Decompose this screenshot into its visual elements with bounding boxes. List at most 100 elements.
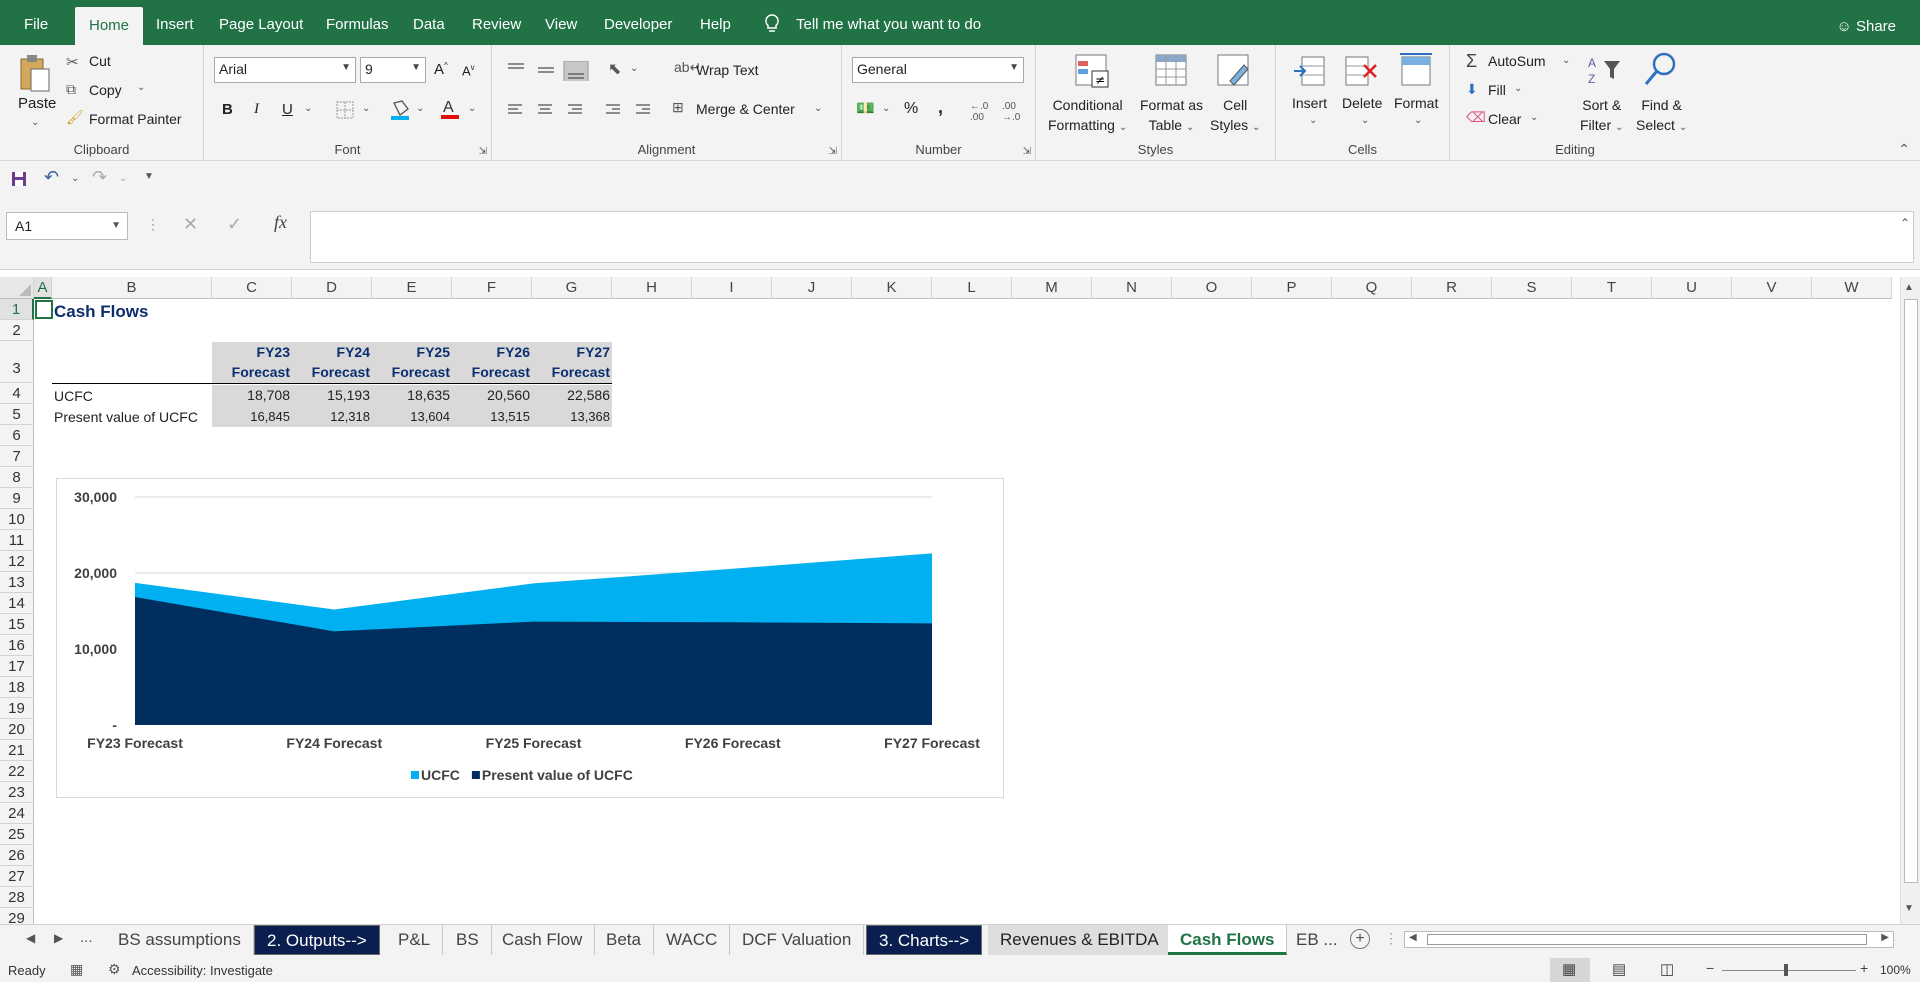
column-header-d[interactable]: D	[292, 277, 372, 299]
chevron-down-icon[interactable]: ⌄	[1414, 115, 1422, 126]
row-header-23[interactable]: 23	[0, 782, 34, 803]
tab-page-layout[interactable]: Page Layout	[205, 0, 317, 45]
italic-button[interactable]: I	[254, 101, 259, 118]
horizontal-align-icons[interactable]	[506, 101, 656, 121]
row-header-29[interactable]: 29	[0, 908, 34, 924]
tab-help[interactable]: Help	[686, 0, 745, 45]
cell-styles-button[interactable]: Cell Styles ⌄	[1210, 95, 1260, 138]
sheet-tab-eb[interactable]: EB ...	[1284, 925, 1350, 955]
font-dialog-launcher-icon[interactable]: ⇲	[479, 146, 487, 157]
fill-color-dropdown-icon[interactable]: ⌄	[416, 103, 424, 114]
formula-input[interactable]	[310, 211, 1914, 263]
column-header-q[interactable]: Q	[1332, 277, 1412, 299]
accounting-dropdown-icon[interactable]: ⌄	[882, 103, 890, 114]
enter-icon[interactable]: ✓	[227, 214, 242, 235]
sort-filter-button[interactable]: Sort & Filter ⌄	[1580, 95, 1623, 138]
row-header-28[interactable]: 28	[0, 887, 34, 908]
active-cell-a1[interactable]	[35, 300, 53, 319]
column-header-v[interactable]: V	[1732, 277, 1812, 299]
tab-home[interactable]: Home	[75, 7, 144, 45]
font-color-icon[interactable]: A	[440, 97, 460, 121]
share-button[interactable]: ☺ Share	[1836, 0, 1896, 45]
horizontal-scrollbar[interactable]: ◀ ▶	[1404, 931, 1894, 948]
sheet-tab-beta[interactable]: Beta	[594, 925, 654, 955]
row-header-26[interactable]: 26	[0, 845, 34, 866]
orientation-dropdown-icon[interactable]: ⌄	[630, 63, 638, 74]
vertical-scrollbar[interactable]: ▲ ▼	[1900, 277, 1920, 924]
normal-view-button[interactable]: ▦	[1550, 958, 1590, 982]
tab-data[interactable]: Data	[399, 0, 459, 45]
tab-formulas[interactable]: Formulas	[312, 0, 403, 45]
underline-button[interactable]: U	[282, 101, 293, 118]
paste-dropdown-icon[interactable]: ⌄	[31, 117, 39, 128]
row-header-10[interactable]: 10	[0, 509, 34, 530]
underline-dropdown-icon[interactable]: ⌄	[304, 103, 312, 114]
row-header-27[interactable]: 27	[0, 866, 34, 887]
horizontal-scroll-thumb[interactable]	[1427, 934, 1867, 945]
select-all-corner[interactable]	[0, 277, 34, 299]
sheet-tab-cash-flows[interactable]: Cash Flows	[1168, 925, 1288, 955]
column-header-n[interactable]: N	[1092, 277, 1172, 299]
column-header-k[interactable]: K	[852, 277, 932, 299]
row-header-2[interactable]: 2	[0, 320, 34, 341]
autosum-button[interactable]: AutoSum	[1488, 53, 1546, 69]
zoom-slider-thumb[interactable]	[1784, 964, 1788, 976]
column-header-a[interactable]: A	[34, 277, 52, 299]
insert-function-icon[interactable]: fx	[274, 212, 287, 233]
chevron-down-icon[interactable]: ⌄	[1361, 115, 1369, 126]
increase-font-icon[interactable]: A^	[434, 61, 448, 78]
scroll-up-icon[interactable]: ▲	[1904, 282, 1914, 293]
page-layout-view-icon[interactable]: ▤	[1612, 960, 1626, 978]
vertical-align-icons[interactable]	[506, 61, 606, 81]
percent-button[interactable]: %	[904, 100, 918, 118]
column-header-g[interactable]: G	[532, 277, 612, 299]
customize-qat-icon[interactable]: ▼	[144, 171, 154, 182]
tab-developer[interactable]: Developer	[590, 0, 686, 45]
tab-file[interactable]: File	[10, 0, 62, 45]
row-header-1[interactable]: 1	[0, 299, 34, 320]
row-header-17[interactable]: 17	[0, 656, 34, 677]
column-header-e[interactable]: E	[372, 277, 452, 299]
zoom-slider[interactable]	[1722, 970, 1856, 971]
accounting-icon[interactable]: 💵	[856, 99, 875, 117]
merge-dropdown-icon[interactable]: ⌄	[814, 103, 822, 114]
column-header-h[interactable]: H	[612, 277, 692, 299]
merge-center-button[interactable]: Merge & Center	[696, 101, 795, 117]
undo-icon[interactable]: ↶	[44, 167, 59, 188]
column-header-f[interactable]: F	[452, 277, 532, 299]
column-header-c[interactable]: C	[212, 277, 292, 299]
row-header-19[interactable]: 19	[0, 698, 34, 719]
sheet-tab-wacc[interactable]: WACC	[654, 925, 731, 955]
sheet-tab-cash-flow[interactable]: Cash Flow	[490, 925, 596, 955]
row-header-3[interactable]: 3	[0, 341, 34, 383]
insert-cells-button[interactable]: Insert	[1292, 95, 1327, 111]
alignment-dialog-launcher-icon[interactable]: ⇲	[829, 146, 837, 157]
decrease-decimal-icon[interactable]: .00 →.0	[1002, 101, 1020, 123]
fill-button[interactable]: Fill	[1488, 82, 1506, 98]
bold-button[interactable]: B	[222, 101, 233, 118]
row-header-22[interactable]: 22	[0, 761, 34, 782]
tab-review[interactable]: Review	[458, 0, 535, 45]
conditional-formatting-button[interactable]: Conditional Formatting ⌄	[1048, 95, 1127, 138]
add-sheet-icon[interactable]: +	[1350, 929, 1370, 949]
paste-icon[interactable]	[19, 53, 51, 93]
column-header-s[interactable]: S	[1492, 277, 1572, 299]
row-header-7[interactable]: 7	[0, 446, 34, 467]
format-as-table-button[interactable]: Format as Table ⌄	[1140, 95, 1203, 138]
format-painter-button[interactable]: Format Painter	[89, 111, 182, 127]
column-header-m[interactable]: M	[1012, 277, 1092, 299]
cut-button[interactable]: Cut	[89, 53, 111, 69]
row-header-13[interactable]: 13	[0, 572, 34, 593]
row-header-24[interactable]: 24	[0, 803, 34, 824]
scroll-left-icon[interactable]: ◀	[1409, 932, 1417, 943]
prev-sheet-icon[interactable]: ◀	[26, 931, 35, 945]
sheet-tab-dcf-valuation[interactable]: DCF Valuation	[730, 925, 865, 955]
tab-view[interactable]: View	[531, 0, 591, 45]
accessibility-status[interactable]: Accessibility: Investigate	[132, 963, 273, 978]
format-cells-button[interactable]: Format	[1394, 95, 1438, 111]
clear-dropdown-icon[interactable]: ⌄	[1530, 112, 1538, 123]
row-header-11[interactable]: 11	[0, 530, 34, 551]
column-header-i[interactable]: I	[692, 277, 772, 299]
scroll-thumb[interactable]	[1904, 299, 1918, 883]
borders-dropdown-icon[interactable]: ⌄	[362, 103, 370, 114]
